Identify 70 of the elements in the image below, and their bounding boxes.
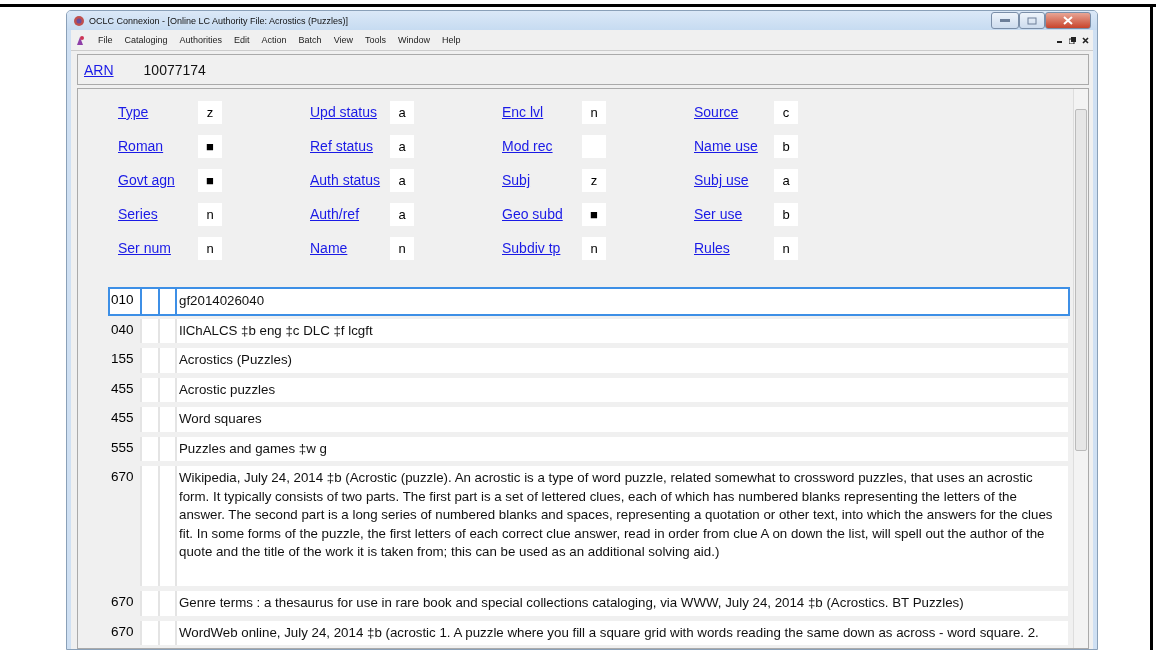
menu-item[interactable]: Batch xyxy=(298,35,322,45)
field-value-box[interactable]: a xyxy=(390,100,414,124)
menu-item[interactable]: Action xyxy=(261,35,287,45)
field-label-link[interactable]: Subj use xyxy=(694,172,774,188)
menu-item[interactable]: Window xyxy=(398,35,430,45)
field-value-box[interactable]: z xyxy=(582,168,606,192)
field-label-link[interactable]: Ref status xyxy=(310,138,390,154)
field-label-link[interactable]: Auth status xyxy=(310,172,390,188)
field-value-box[interactable]: ■ xyxy=(198,134,222,158)
field-data[interactable]: Word squares xyxy=(177,407,1068,432)
field-value-box[interactable]: a xyxy=(390,134,414,158)
field-data[interactable]: Puzzles and games ‡w g xyxy=(177,436,1068,461)
field-label-link[interactable]: Source xyxy=(694,104,774,120)
field-label-link[interactable]: Name xyxy=(310,240,390,256)
field-label-link[interactable]: Geo subd xyxy=(502,206,582,222)
field-value-box[interactable]: b xyxy=(774,134,798,158)
field-data[interactable]: Wikipedia, July 24, 2014 ‡b (Acrostic (puzzle). An acrostic is a type of word puzzle, related somewhat to crossword puzzles, that uses an acrostic form. It typically consists of two parts. The first part is a set of lettered clues, each of which has numbered blanks representing the letters of the answer. The second part is a long series of numbered blanks and spaces, representing a quotation or other text, into which the answers for the clues fit. In some forms of the puzzle, the first letters of each correct clue answer, read in order from clue A on down the list, will spell out the author of the quote and the title of the work it is taken from; this can be used as an additional solving aid.) xyxy=(177,466,1068,586)
field-label-link[interactable]: Mod rec xyxy=(502,138,582,154)
menu-item[interactable]: Cataloging xyxy=(124,35,168,45)
field-data[interactable]: Acrostic puzzles xyxy=(177,377,1068,402)
menu-item[interactable]: Help xyxy=(442,35,461,45)
field-value-box[interactable]: ■ xyxy=(198,168,222,192)
field-data[interactable]: Acrostics (Puzzles) xyxy=(177,348,1068,373)
field-value-box[interactable]: c xyxy=(774,100,798,124)
menu-item[interactable]: File xyxy=(98,35,113,45)
field-label-link[interactable]: Enc lvl xyxy=(502,104,582,120)
field-label-link[interactable]: Series xyxy=(118,206,198,222)
field-label-link[interactable]: Ser num xyxy=(118,240,198,256)
field-label-link[interactable]: Govt agn xyxy=(118,172,198,188)
field-label-link[interactable]: Subj xyxy=(502,172,582,188)
menu-item[interactable]: Authorities xyxy=(179,35,223,45)
field-value-box[interactable]: a xyxy=(774,168,798,192)
field-label-link[interactable]: Name use xyxy=(694,138,774,154)
tag-cell[interactable]: 010 xyxy=(110,289,142,314)
field-row[interactable]: 670 Genre terms : a thesaurus for use in rare book and special collections cataloging, via WWW, July 24, 2014 ‡b (Acrostics. BT Puzzles) xyxy=(108,589,1070,618)
field-row[interactable]: 555 Puzzles and games ‡w g xyxy=(108,434,1070,463)
field-row[interactable]: 010 gf2014026040 xyxy=(108,287,1070,316)
arn-link[interactable]: ARN xyxy=(84,61,114,78)
menu-item[interactable]: View xyxy=(333,35,353,45)
field-value-box[interactable]: n xyxy=(198,236,222,260)
field-label-link[interactable]: Rules xyxy=(694,240,774,256)
field-data[interactable]: gf2014026040 xyxy=(177,289,1068,314)
field-value-box[interactable]: n xyxy=(774,236,798,260)
field-row[interactable]: 455 Acrostic puzzles xyxy=(108,375,1070,404)
field-label-link[interactable]: Type xyxy=(118,104,198,120)
field-label-link[interactable]: Upd status xyxy=(310,104,390,120)
field-label-link[interactable]: Ser use xyxy=(694,206,774,222)
field-value-box[interactable]: a xyxy=(390,202,414,226)
field-value-box[interactable]: n xyxy=(198,202,222,226)
field-value-box[interactable]: n xyxy=(582,236,606,260)
field-data[interactable]: IlChALCS ‡b eng ‡c DLC ‡f lcgft xyxy=(177,318,1068,343)
field-value-box[interactable]: b xyxy=(774,202,798,226)
field-label-link[interactable]: Auth/ref xyxy=(310,206,390,222)
field-value-box[interactable]: n xyxy=(582,100,606,124)
field-label-link[interactable]: Roman xyxy=(118,138,198,154)
field-value-box[interactable]: z xyxy=(198,100,222,124)
field-value-box[interactable]: n xyxy=(390,236,414,260)
field-label-link[interactable]: Subdiv tp xyxy=(502,240,582,256)
field-data[interactable]: Genre terms : a thesaurus for use in rare book and special collections cataloging, via WWW, July 24, 2014 ‡b (Acrostics. BT Puzzles) xyxy=(177,591,1068,616)
menu-item[interactable]: Tools xyxy=(365,35,386,45)
field-row[interactable]: 670 WordWeb online, July 24, 2014 ‡b (acrostic 1. A puzzle where you fill a square grid with words reading the same down as across - word square. 2. xyxy=(108,618,1070,647)
field-row[interactable]: 040 IlChALCS ‡b eng ‡c DLC ‡f lcgft xyxy=(108,316,1070,345)
field-row[interactable]: 155 Acrostics (Puzzles) xyxy=(108,346,1070,375)
arn-value: 10077174 xyxy=(143,61,206,78)
field-data[interactable]: WordWeb online, July 24, 2014 ‡b (acrostic 1. A puzzle where you fill a square grid with words reading the same down as across - word square. 2. xyxy=(177,620,1068,645)
field-value-box[interactable]: a xyxy=(390,168,414,192)
field-value-box[interactable]: ■ xyxy=(582,202,606,226)
window-title: OCLC Connexion - [Online LC Authority File: Acrostics (Puzzles)] xyxy=(89,15,349,26)
field-row[interactable]: 455 Word squares xyxy=(108,405,1070,434)
menu-item[interactable]: Edit xyxy=(234,35,250,45)
